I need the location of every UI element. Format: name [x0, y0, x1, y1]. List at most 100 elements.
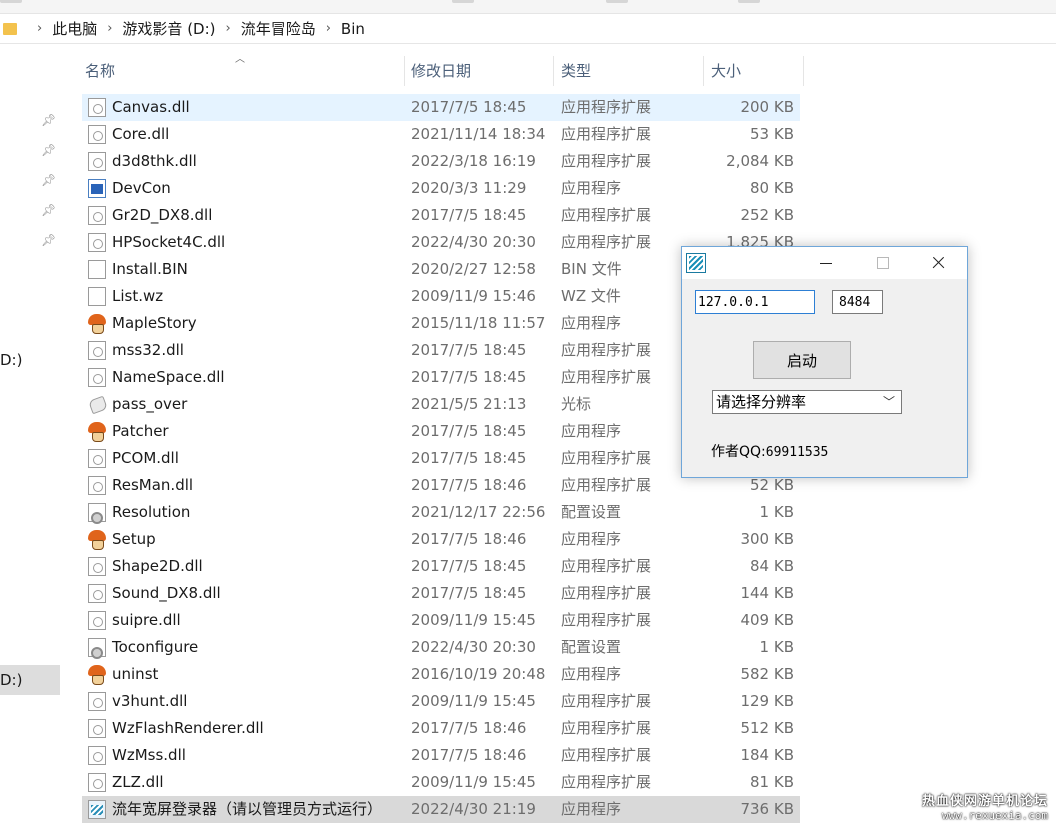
- file-size: 512 KB: [740, 719, 794, 737]
- file-row[interactable]: Core.dll 2021/11/14 18:34 应用程序扩展 53 KB: [82, 121, 800, 148]
- file-date: 2017/7/5 18:45: [411, 98, 527, 116]
- file-size: 84 KB: [750, 557, 794, 575]
- chevron-right-icon[interactable]: ›: [107, 21, 112, 36]
- column-divider[interactable]: [404, 56, 405, 86]
- file-type: 应用程序扩展: [561, 152, 652, 170]
- column-header-type[interactable]: 类型: [561, 56, 591, 86]
- file-row[interactable]: Setup 2017/7/5 18:46 应用程序 300 KB: [82, 526, 800, 553]
- file-type: 配置设置: [561, 503, 622, 521]
- chevron-right-icon[interactable]: ›: [226, 21, 231, 36]
- pin-icon[interactable]: 📌︎: [41, 203, 56, 217]
- pin-icon[interactable]: 📌︎: [41, 173, 56, 187]
- mushroom-icon: [88, 422, 106, 442]
- breadcrumb-drive-d[interactable]: 游戏影音 (D:): [122, 18, 215, 39]
- file-type: 光标: [561, 395, 592, 413]
- column-divider[interactable]: [803, 56, 804, 86]
- file-row[interactable]: WzFlashRenderer.dll 2017/7/5 18:46 应用程序扩展 5…: [82, 715, 800, 742]
- address-bar[interactable]: › 此电脑 › 游戏影音 (D:) › 流年冒险岛 › Bin: [0, 14, 1056, 44]
- file-row[interactable]: DevCon 2020/3/3 11:29 应用程序 80 KB: [82, 175, 800, 202]
- file-date: 2020/2/27 12:58: [411, 260, 536, 278]
- file-row[interactable]: Canvas.dll 2017/7/5 18:45 应用程序扩展 200 KB: [82, 94, 800, 121]
- file-name: Canvas.dll: [112, 98, 190, 116]
- file-name: Core.dll: [112, 125, 170, 143]
- ribbon-fragment: [606, 0, 628, 3]
- breadcrumb-this-pc[interactable]: 此电脑: [52, 18, 97, 39]
- file-name: ResMan.dll: [112, 476, 194, 494]
- column-divider[interactable]: [703, 56, 704, 86]
- file-date: 2015/11/18 11:57: [411, 314, 546, 332]
- author-label: 作者QQ:: [711, 444, 766, 460]
- file-date: 2017/7/5 18:46: [411, 746, 527, 764]
- file-date: 2022/4/30 20:30: [411, 638, 536, 656]
- dll-icon: [88, 341, 106, 360]
- dll-icon: [88, 125, 106, 144]
- file-date: 2017/7/5 18:46: [411, 719, 527, 737]
- file-size: 1 KB: [759, 503, 794, 521]
- file-name: WzFlashRenderer.dll: [112, 719, 264, 737]
- file-date: 2017/7/5 18:45: [411, 206, 527, 224]
- ribbon-fragment: [0, 0, 22, 3]
- file-row[interactable]: uninst 2016/10/19 20:48 应用程序 582 KB: [82, 661, 800, 688]
- file-size: 129 KB: [740, 692, 794, 710]
- pin-icon[interactable]: 📌︎: [41, 143, 56, 157]
- file-row[interactable]: Gr2D_DX8.dll 2017/7/5 18:45 应用程序扩展 252 KB: [82, 202, 800, 229]
- file-type: 应用程序扩展: [561, 611, 652, 629]
- file-type: 应用程序扩展: [561, 449, 652, 467]
- nav-item-drive-d-selected[interactable]: D:): [0, 665, 60, 695]
- column-header-name[interactable]: 名称: [85, 56, 115, 86]
- breadcrumb-bin[interactable]: Bin: [341, 20, 365, 38]
- file-type: WZ 文件: [561, 287, 621, 305]
- close-icon[interactable]: [915, 247, 961, 279]
- file-type: 应用程序扩展: [561, 206, 652, 224]
- resolution-select[interactable]: 请选择分辨率 ﹀: [712, 390, 902, 414]
- ribbon-fragment: [452, 0, 474, 3]
- file-name: d3d8thk.dll: [112, 152, 197, 170]
- chevron-right-icon[interactable]: ›: [37, 21, 42, 36]
- file-row[interactable]: v3hunt.dll 2009/11/9 15:45 应用程序扩展 129 KB: [82, 688, 800, 715]
- file-size: 736 KB: [740, 800, 794, 818]
- file-row[interactable]: Resolution 2021/12/17 22:56 配置设置 1 KB: [82, 499, 800, 526]
- minimize-icon[interactable]: [803, 247, 849, 279]
- file-type: 应用程序: [561, 530, 622, 548]
- file-row[interactable]: Toconfigure 2022/4/30 20:30 配置设置 1 KB: [82, 634, 800, 661]
- column-divider[interactable]: [553, 56, 554, 86]
- watermark-url: www.rexuexia.com: [942, 809, 1048, 822]
- dll-icon: [88, 719, 106, 738]
- server-port-input[interactable]: [832, 290, 883, 314]
- file-row[interactable]: d3d8thk.dll 2022/3/18 16:19 应用程序扩展 2,084 KB: [82, 148, 800, 175]
- file-date: 2009/11/9 15:45: [411, 692, 536, 710]
- server-ip-input[interactable]: [695, 290, 815, 314]
- column-header-size[interactable]: 大小: [711, 56, 741, 86]
- file-row[interactable]: 流年宽屏登录器（请以管理员方式运行） 2022/4/30 21:19 应用程序 736…: [82, 796, 800, 823]
- column-header-date[interactable]: 修改日期: [411, 56, 471, 86]
- nav-item-drive-d[interactable]: D:): [0, 345, 60, 375]
- file-row[interactable]: Shape2D.dll 2017/7/5 18:45 应用程序扩展 84 KB: [82, 553, 800, 580]
- chevron-down-icon[interactable]: ﹀: [883, 391, 895, 413]
- file-type: 应用程序扩展: [561, 746, 652, 764]
- file-row[interactable]: WzMss.dll 2017/7/5 18:46 应用程序扩展 184 KB: [82, 742, 800, 769]
- file-date: 2016/10/19 20:48: [411, 665, 546, 683]
- breadcrumb-game-folder[interactable]: 流年冒险岛: [241, 18, 316, 39]
- pin-icon[interactable]: 📌︎: [41, 113, 56, 127]
- file-date: 2009/11/9 15:45: [411, 773, 536, 791]
- file-name: Patcher: [112, 422, 169, 440]
- file-type: 应用程序: [561, 422, 622, 440]
- file-row[interactable]: Sound_DX8.dll 2017/7/5 18:45 应用程序扩展 144 KB: [82, 580, 800, 607]
- maximize-icon[interactable]: [859, 247, 905, 279]
- file-name: NameSpace.dll: [112, 368, 225, 386]
- file-type: 配置设置: [561, 638, 622, 656]
- pin-icon[interactable]: 📌︎: [41, 233, 56, 247]
- dll-icon: [88, 584, 106, 603]
- file-row[interactable]: suipre.dll 2009/11/9 15:45 应用程序扩展 409 KB: [82, 607, 800, 634]
- file-size: 53 KB: [750, 125, 794, 143]
- file-date: 2022/4/30 21:19: [411, 800, 536, 818]
- file-type: 应用程序扩展: [561, 341, 652, 359]
- start-button[interactable]: 启动: [753, 341, 851, 379]
- file-row[interactable]: ZLZ.dll 2009/11/9 15:45 应用程序扩展 81 KB: [82, 769, 800, 796]
- chevron-right-icon[interactable]: ›: [326, 21, 331, 36]
- file-type: 应用程序: [561, 665, 622, 683]
- file-date: 2021/5/5 21:13: [411, 395, 527, 413]
- file-name: Resolution: [112, 503, 191, 521]
- file-type: 应用程序扩展: [561, 476, 652, 494]
- dialog-titlebar[interactable]: [682, 247, 967, 279]
